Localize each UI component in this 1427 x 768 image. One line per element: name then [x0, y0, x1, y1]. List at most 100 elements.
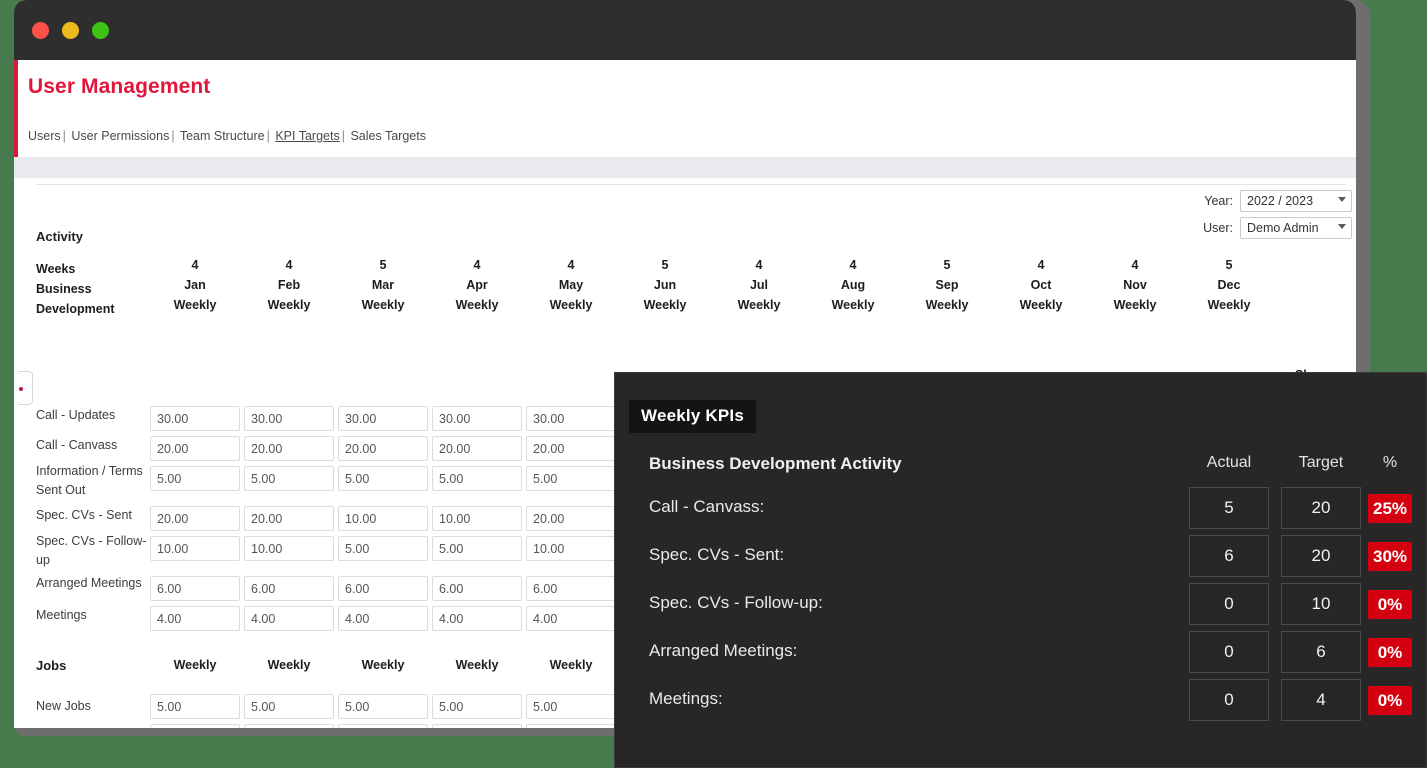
frequency-label: Weekly [1019, 298, 1063, 312]
notification-dot-icon [19, 387, 23, 391]
jobs-frequency-label: Weekly [267, 658, 311, 672]
target-input[interactable]: 5.00 [338, 694, 428, 719]
target-input[interactable]: 10.00 [432, 506, 522, 531]
target-input[interactable]: 30.00 [526, 406, 616, 431]
horizontal-rule [36, 184, 1346, 185]
grid-header-section-line2: Development [36, 302, 115, 316]
target-input[interactable]: 5.00 [244, 466, 334, 491]
target-input[interactable]: 20.00 [526, 436, 616, 461]
target-input[interactable]: 10.00 [150, 536, 240, 561]
target-input[interactable]: 10.00 [526, 536, 616, 561]
weeks-count: 4 [191, 258, 199, 272]
weeks-count: 5 [943, 258, 951, 272]
target-input[interactable]: 10.00 [338, 506, 428, 531]
filter-selectors: Year: 2022 / 2023 User: Demo Admin [1203, 190, 1352, 244]
kpi-row-label: Call - Canvass: [649, 497, 765, 516]
month-name: Sep [935, 278, 959, 292]
year-label: Year: [1204, 194, 1233, 208]
frequency-label: Weekly [643, 298, 687, 312]
month-name: Jul [749, 278, 769, 292]
target-input[interactable]: 9.00 [338, 724, 428, 728]
kpi-column-header-actual: Actual [1206, 454, 1252, 471]
target-input[interactable]: 20.00 [244, 436, 334, 461]
target-input[interactable]: 9.00 [432, 724, 522, 728]
target-input[interactable]: 4.00 [432, 606, 522, 631]
kpi-percent-badge: 0% [1368, 686, 1412, 715]
month-column-header-dec: 5 Dec Weekly [1184, 258, 1274, 312]
chevron-down-icon [1338, 197, 1346, 202]
target-input[interactable]: 20.00 [526, 506, 616, 531]
target-input[interactable]: 5.00 [526, 694, 616, 719]
kpi-actual-value: 5 [1189, 487, 1269, 529]
jobs-row-label: Recruiter Interviews [36, 727, 152, 728]
minimize-window-button[interactable] [62, 22, 79, 39]
target-input[interactable]: 6.00 [150, 576, 240, 601]
kpi-row-label: Spec. CVs - Follow-up: [649, 593, 823, 612]
user-select[interactable]: Demo Admin [1240, 217, 1352, 239]
target-input[interactable]: 6.00 [526, 576, 616, 601]
target-input[interactable]: 5.00 [244, 694, 334, 719]
page-accent-bar [14, 60, 18, 157]
target-input[interactable]: 20.00 [338, 436, 428, 461]
target-input[interactable]: 30.00 [150, 406, 240, 431]
target-input[interactable]: 5.00 [150, 694, 240, 719]
month-column-header-feb: 4 Feb Weekly [244, 258, 334, 312]
target-input[interactable]: 9.00 [526, 724, 616, 728]
target-input[interactable]: 5.00 [432, 466, 522, 491]
kpi-section-title: Business Development Activity [649, 454, 902, 473]
target-input[interactable]: 10.00 [244, 536, 334, 561]
target-input[interactable]: 9.00 [150, 724, 240, 728]
target-input[interactable]: 9.00 [244, 724, 334, 728]
jobs-frequency-label: Weekly [173, 658, 217, 672]
subnav-item-user-permissions[interactable]: User Permissions [71, 129, 169, 143]
target-input[interactable]: 4.00 [244, 606, 334, 631]
weeks-count: 4 [1131, 258, 1139, 272]
target-input[interactable]: 5.00 [432, 694, 522, 719]
frequency-label: Weekly [925, 298, 969, 312]
target-input[interactable]: 5.00 [432, 536, 522, 561]
jobs-frequency-label: Weekly [455, 658, 499, 672]
kpi-target-value: 20 [1281, 487, 1361, 529]
weeks-count: 4 [849, 258, 857, 272]
month-name: Apr [466, 278, 488, 292]
jobs-frequency-label: Weekly [549, 658, 593, 672]
target-input[interactable]: 5.00 [150, 466, 240, 491]
kpi-actual-value: 6 [1189, 535, 1269, 577]
month-column-header-may: 4 May Weekly [526, 258, 616, 312]
subnav-separator: | [62, 129, 66, 143]
target-input[interactable]: 5.00 [338, 536, 428, 561]
activity-row-label: Arranged Meetings [36, 576, 142, 590]
frequency-label: Weekly [361, 298, 405, 312]
close-window-button[interactable] [32, 22, 49, 39]
subnav-item-sales-targets[interactable]: Sales Targets [350, 129, 426, 143]
month-column-header-oct: 4 Oct Weekly [996, 258, 1086, 312]
activity-row-label: Spec. CVs - Follow-up [36, 534, 147, 567]
target-input[interactable]: 20.00 [432, 436, 522, 461]
target-input[interactable]: 20.00 [150, 506, 240, 531]
kpi-actual-value: 0 [1189, 631, 1269, 673]
maximize-window-button[interactable] [92, 22, 109, 39]
target-input[interactable]: 20.00 [244, 506, 334, 531]
target-input[interactable]: 6.00 [244, 576, 334, 601]
target-input[interactable]: 5.00 [526, 466, 616, 491]
target-input[interactable]: 5.00 [338, 466, 428, 491]
subnav-item-kpi-targets[interactable]: KPI Targets [275, 129, 339, 143]
subnav-item-team-structure[interactable]: Team Structure [180, 129, 265, 143]
subnav-separator: | [341, 129, 345, 143]
target-input[interactable]: 30.00 [244, 406, 334, 431]
year-select[interactable]: 2022 / 2023 [1240, 190, 1352, 212]
month-column-header-jun: 5 Jun Weekly [620, 258, 710, 312]
target-input[interactable]: 6.00 [338, 576, 428, 601]
target-input[interactable]: 4.00 [526, 606, 616, 631]
side-panel-handle[interactable] [18, 371, 33, 405]
target-input[interactable]: 4.00 [150, 606, 240, 631]
target-input[interactable]: 20.00 [150, 436, 240, 461]
weeks-count: 4 [567, 258, 575, 272]
subnav-item-users[interactable]: Users [28, 129, 61, 143]
target-input[interactable]: 30.00 [432, 406, 522, 431]
weeks-count: 4 [755, 258, 763, 272]
frequency-label: Weekly [267, 298, 311, 312]
target-input[interactable]: 6.00 [432, 576, 522, 601]
target-input[interactable]: 30.00 [338, 406, 428, 431]
target-input[interactable]: 4.00 [338, 606, 428, 631]
